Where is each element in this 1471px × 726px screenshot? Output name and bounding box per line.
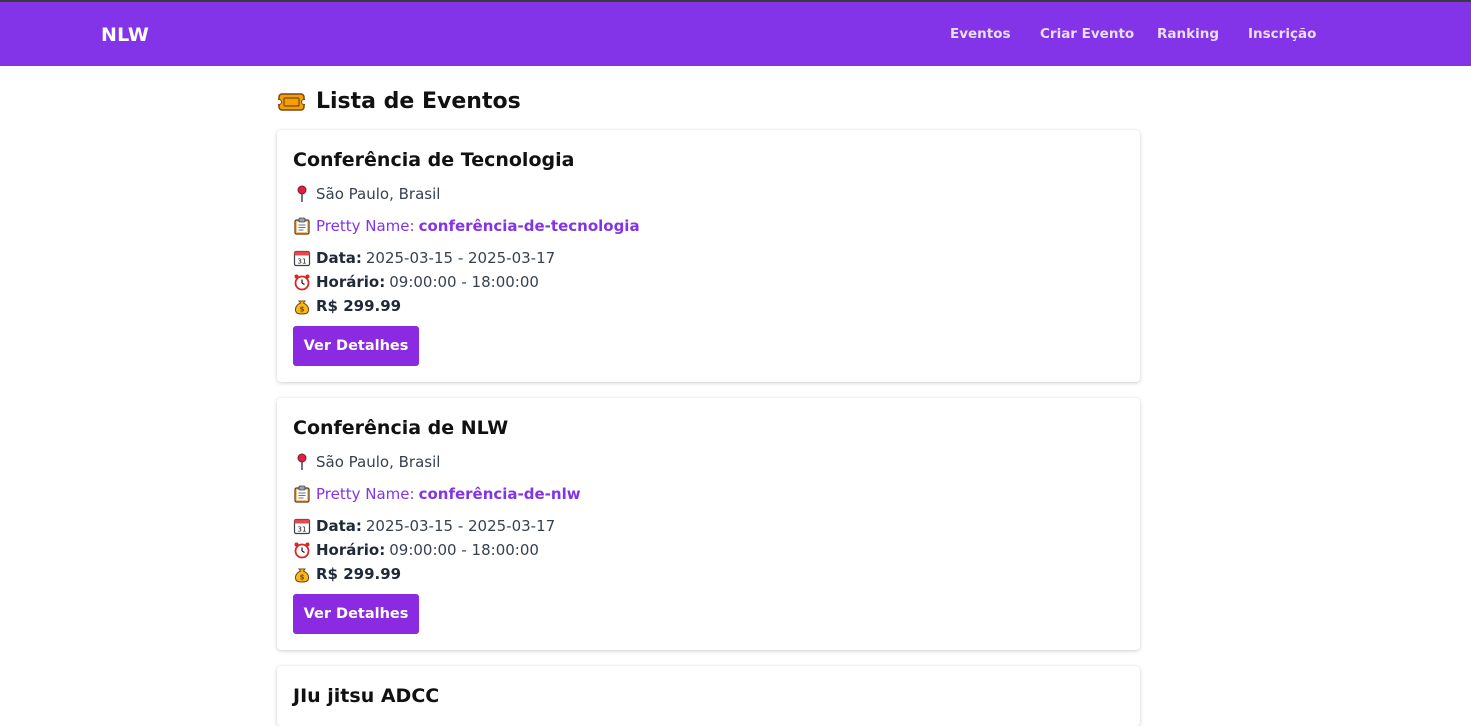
nav-menu: Eventos Criar Evento Ranking Inscrição	[0, 26, 1471, 46]
time-value: 09:00:00 - 18:00:00	[389, 273, 539, 291]
event-time: Horário: 09:00:00 - 18:00:00	[293, 272, 539, 292]
event-card: JIu jitsu ADCC	[277, 666, 1140, 726]
navbar: NLW Eventos Criar Evento Ranking Inscriç…	[0, 2, 1471, 66]
event-card: Conferência de Tecnologia São Paulo, Bra…	[277, 130, 1140, 382]
alarm-clock-icon	[293, 273, 311, 291]
pretty-name-label: Pretty Name:	[316, 217, 415, 235]
nav-link-ranking[interactable]: Ranking	[1157, 26, 1219, 42]
pushpin-icon	[293, 453, 311, 471]
event-title: JIu jitsu ADCC	[293, 685, 440, 707]
page-title: Lista de Eventos	[276, 86, 521, 116]
money-bag-icon: $	[293, 297, 311, 315]
pretty-name-label: Pretty Name:	[316, 485, 415, 503]
event-price: $ R$ 299.99	[293, 296, 405, 316]
event-title: Conferência de Tecnologia	[293, 149, 575, 171]
event-location: São Paulo, Brasil	[293, 452, 440, 472]
event-card: Conferência de NLW São Paulo, Brasil Pre…	[277, 398, 1140, 650]
date-label: Data:	[316, 517, 362, 535]
calendar-icon: 31	[293, 517, 311, 535]
ver-detalhes-button[interactable]: Ver Detalhes	[293, 594, 419, 634]
price-value: R$ 299.99	[316, 297, 402, 315]
event-pretty-name: Pretty Name: conferência-de-nlw	[293, 484, 581, 504]
nav-link-criar-evento[interactable]: Criar Evento	[1040, 26, 1134, 42]
page-title-text: Lista de Eventos	[316, 88, 521, 114]
event-location: São Paulo, Brasil	[293, 184, 440, 204]
ver-detalhes-button[interactable]: Ver Detalhes	[293, 326, 419, 366]
date-label: Data:	[316, 249, 362, 267]
svg-text:31: 31	[298, 258, 307, 266]
svg-text:$: $	[300, 306, 305, 314]
event-price: $ R$ 299.99	[293, 564, 405, 584]
date-value: 2025-03-15 - 2025-03-17	[365, 517, 556, 535]
clipboard-icon	[293, 217, 311, 235]
calendar-icon: 31	[293, 249, 311, 267]
event-date: 31 Data: 2025-03-15 - 2025-03-17	[293, 516, 555, 536]
svg-text:31: 31	[298, 526, 307, 534]
event-title: Conferência de NLW	[293, 417, 509, 439]
ticket-icon	[276, 92, 307, 111]
date-value: 2025-03-15 - 2025-03-17	[365, 249, 556, 267]
time-label: Horário:	[316, 273, 386, 291]
event-date: 31 Data: 2025-03-15 - 2025-03-17	[293, 248, 555, 268]
pushpin-icon	[293, 185, 311, 203]
event-location-text: São Paulo, Brasil	[316, 185, 441, 203]
time-value: 09:00:00 - 18:00:00	[389, 541, 539, 559]
pretty-name-value: conferência-de-nlw	[418, 485, 581, 503]
svg-text:$: $	[300, 574, 305, 582]
price-value: R$ 299.99	[316, 565, 402, 583]
nav-link-inscricao[interactable]: Inscrição	[1248, 26, 1316, 42]
event-time: Horário: 09:00:00 - 18:00:00	[293, 540, 539, 560]
time-label: Horário:	[316, 541, 386, 559]
nav-link-eventos[interactable]: Eventos	[950, 26, 1011, 42]
event-pretty-name: Pretty Name: conferência-de-tecnologia	[293, 216, 640, 236]
pretty-name-value: conferência-de-tecnologia	[418, 217, 640, 235]
alarm-clock-icon	[293, 541, 311, 559]
event-location-text: São Paulo, Brasil	[316, 453, 441, 471]
clipboard-icon	[293, 485, 311, 503]
money-bag-icon: $	[293, 565, 311, 583]
